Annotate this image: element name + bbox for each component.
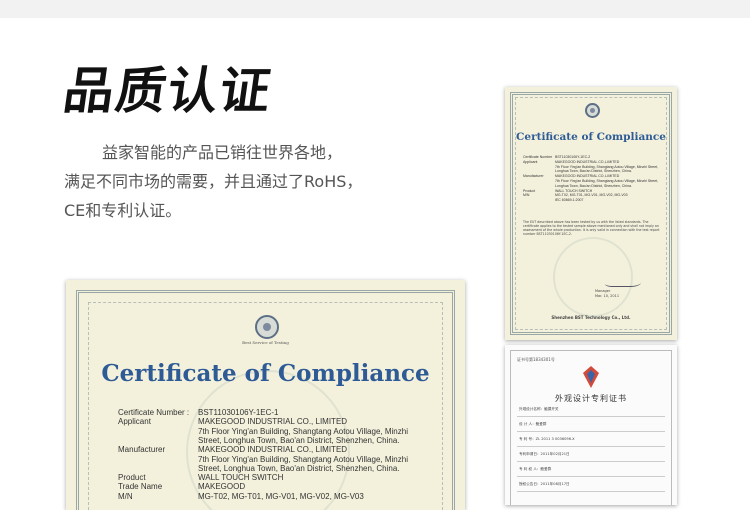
certificate-image-small: Certificate of Compliance The EUT descri…: [505, 87, 677, 340]
seal-icon: [255, 315, 279, 339]
certificate-row: Product WALL TOUCH SWITCH: [118, 473, 283, 482]
patent-divider: [517, 446, 665, 447]
row-value: MAKEGOOD INDUSTRIAL CO.,LIMITED: [555, 174, 620, 179]
certificate-image-large: Best Service of Testing Certificate of C…: [66, 280, 465, 510]
row-value: BST11030106Y-1EC-1: [198, 408, 279, 417]
certificate-title: Certificate of Compliance: [101, 360, 430, 387]
top-bar: [0, 0, 750, 18]
row-value: 7th Floor Ying'an Building, Shangtang Ao…: [198, 426, 408, 436]
patent-line: 授权公告日：2011年08月17日: [519, 482, 570, 486]
certificate-paragraph: The EUT described above has been tested …: [523, 220, 660, 236]
certificate-row: Street, Longhua Town, Bao'an District, S…: [118, 436, 400, 445]
patent-divider: [517, 491, 665, 492]
certificate-row: 7th Floor Ying'an Building, Shangtang Ao…: [118, 455, 408, 464]
row-label: Trade Name: [118, 482, 163, 492]
patent-line: 专利申请日：2011年02月21日: [519, 452, 570, 456]
row-value: Street, Longhua Town, Bao'an District, S…: [198, 463, 400, 473]
certificate-row: Certificate Number : BST11030106Y-1EC-1: [118, 408, 279, 417]
row-value: 7th Floor Ying'an Building, Shangtang Ao…: [198, 454, 408, 464]
certificate-row: IEC 60669-1:2007: [523, 198, 583, 203]
signer-title: Manager: [595, 289, 611, 293]
issuer-name: Shenzhen BST Technology Co., Ltd.: [551, 315, 631, 320]
patent-line: 专 利 号：ZL 2011 3 0036096.X: [519, 437, 575, 441]
certificate-row: Manufacturer MAKEGOOD INDUSTRIAL CO.,LIMI…: [523, 174, 619, 179]
certificate-row: Manufacturer MAKEGOOD INDUSTRIAL CO., LIM…: [118, 445, 347, 454]
row-value: MAKEGOOD INDUSTRIAL CO., LIMITED: [198, 445, 348, 455]
row-value: IEC 60669-1:2007: [555, 198, 584, 203]
patent-divider: [517, 431, 665, 432]
patent-emblem-icon: [583, 366, 599, 388]
patent-divider: [517, 416, 665, 417]
patent-divider: [517, 476, 665, 477]
row-value: MAKEGOOD: [198, 482, 246, 492]
certificate-row: Applicant MAKEGOOD INDUSTRIAL CO., LIMITE…: [118, 417, 347, 426]
description-line-3: CE和专利认证。: [64, 201, 182, 220]
row-value: Street, Longhua Town, Bao'an District, S…: [198, 435, 400, 445]
page-title: 品质认证: [59, 62, 277, 120]
row-label: Applicant: [118, 417, 151, 427]
row-value: MG-T02, MG-T01, MG-V01, MG-V02, MG-V03: [198, 491, 364, 501]
row-value: MAKEGOOD INDUSTRIAL CO., LIMITED: [198, 417, 348, 427]
row-label: Certificate Number :: [118, 408, 190, 417]
row-label: M/N: [118, 491, 133, 501]
certificate-row: Trade Name MAKEGOOD: [118, 482, 245, 491]
certificate-row: Street, Longhua Town, Bao'an District, S…: [118, 464, 400, 473]
description: 益家智能的产品已销往世界各地， 满足不同市场的需要，并且通过了RoHS， CE和…: [64, 138, 434, 225]
description-line-1: 益家智能的产品已销往世界各地，: [102, 143, 343, 162]
certificate-date: Mar. 10, 2011: [595, 294, 620, 298]
certificate-row: M/N MG-T02, MG-T01, MG-V01, MG-V02, MG-V0…: [118, 492, 364, 501]
seal-icon: [585, 103, 600, 118]
patent-number-top: 证书号第1834301号: [517, 357, 555, 362]
patent-certificate-image: 证书号第1834301号 外观设计专利证书 外观设计名称：触摸开关设 计 人：鲍…: [505, 345, 677, 505]
certificate-caption: Best Service of Testing: [242, 340, 289, 345]
signature: [605, 272, 641, 287]
patent-line: 外观设计名称：触摸开关: [519, 407, 559, 411]
patent-line: 设 计 人：鲍爱群: [519, 422, 547, 426]
row-value: WALL TOUCH SWITCH: [198, 473, 284, 483]
patent-divider: [517, 461, 665, 462]
patent-title: 外观设计专利证书: [555, 394, 627, 403]
row-label: Product: [118, 473, 146, 483]
row-label: Manufacturer: [118, 445, 166, 455]
patent-line: 专 利 权 人：鲍爱群: [519, 467, 552, 471]
description-line-2: 满足不同市场的需要，并且通过了RoHS，: [64, 172, 363, 191]
row-label: Manufacturer: [523, 174, 544, 179]
certificate-title: Certificate of Compliance: [516, 131, 666, 143]
certificate-row: 7th Floor Ying'an Building, Shangtang Ao…: [118, 427, 408, 436]
